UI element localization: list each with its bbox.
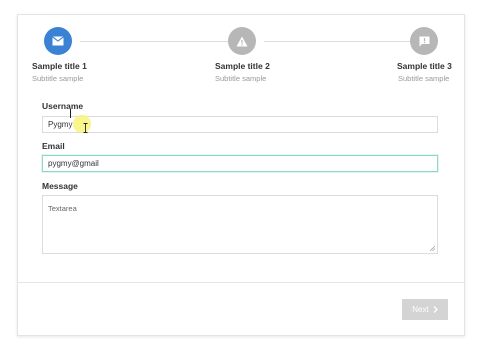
- step-3-title: Sample title 3: [397, 61, 452, 71]
- step-1-subtitle: Subtitle sample: [32, 74, 84, 83]
- next-button[interactable]: Next: [402, 299, 448, 320]
- resize-handle-icon[interactable]: [430, 246, 435, 251]
- next-button-label: Next: [412, 305, 429, 314]
- step-1-circle[interactable]: [44, 27, 72, 55]
- email-input[interactable]: pygmy@gmail: [42, 155, 438, 172]
- chevron-right-icon: [433, 306, 438, 313]
- message-placeholder: Textarea: [48, 204, 77, 213]
- username-input[interactable]: Pygmy: [42, 116, 438, 133]
- message-textarea[interactable]: Textarea: [42, 195, 438, 254]
- step-2-title: Sample title 2: [215, 61, 270, 71]
- warning-icon: [236, 36, 248, 46]
- step-connector: [80, 41, 228, 42]
- step-2-subtitle: Subtitle sample: [215, 74, 267, 83]
- stepper: Sample title 1 Subtitle sample Sample ti…: [18, 15, 464, 95]
- step-3-subtitle: Subtitle sample: [398, 74, 450, 83]
- cursor-highlight: [73, 115, 91, 133]
- step-connector: [264, 41, 410, 42]
- step-1-title: Sample title 1: [32, 61, 87, 71]
- step-3-circle[interactable]: [410, 27, 438, 55]
- mail-icon: [52, 36, 64, 46]
- username-label: Username: [42, 101, 84, 111]
- step-2-circle[interactable]: [228, 27, 256, 55]
- wizard-card: Sample title 1 Subtitle sample Sample ti…: [17, 14, 465, 336]
- message-label: Message: [42, 181, 78, 191]
- text-caret: [70, 109, 71, 118]
- footer-divider: [18, 282, 464, 283]
- email-value: pygmy@gmail: [48, 159, 99, 168]
- username-value: Pygmy: [48, 120, 73, 129]
- text-cursor-icon: [83, 123, 88, 133]
- email-label: Email: [42, 141, 65, 151]
- message-alert-icon: [419, 36, 429, 46]
